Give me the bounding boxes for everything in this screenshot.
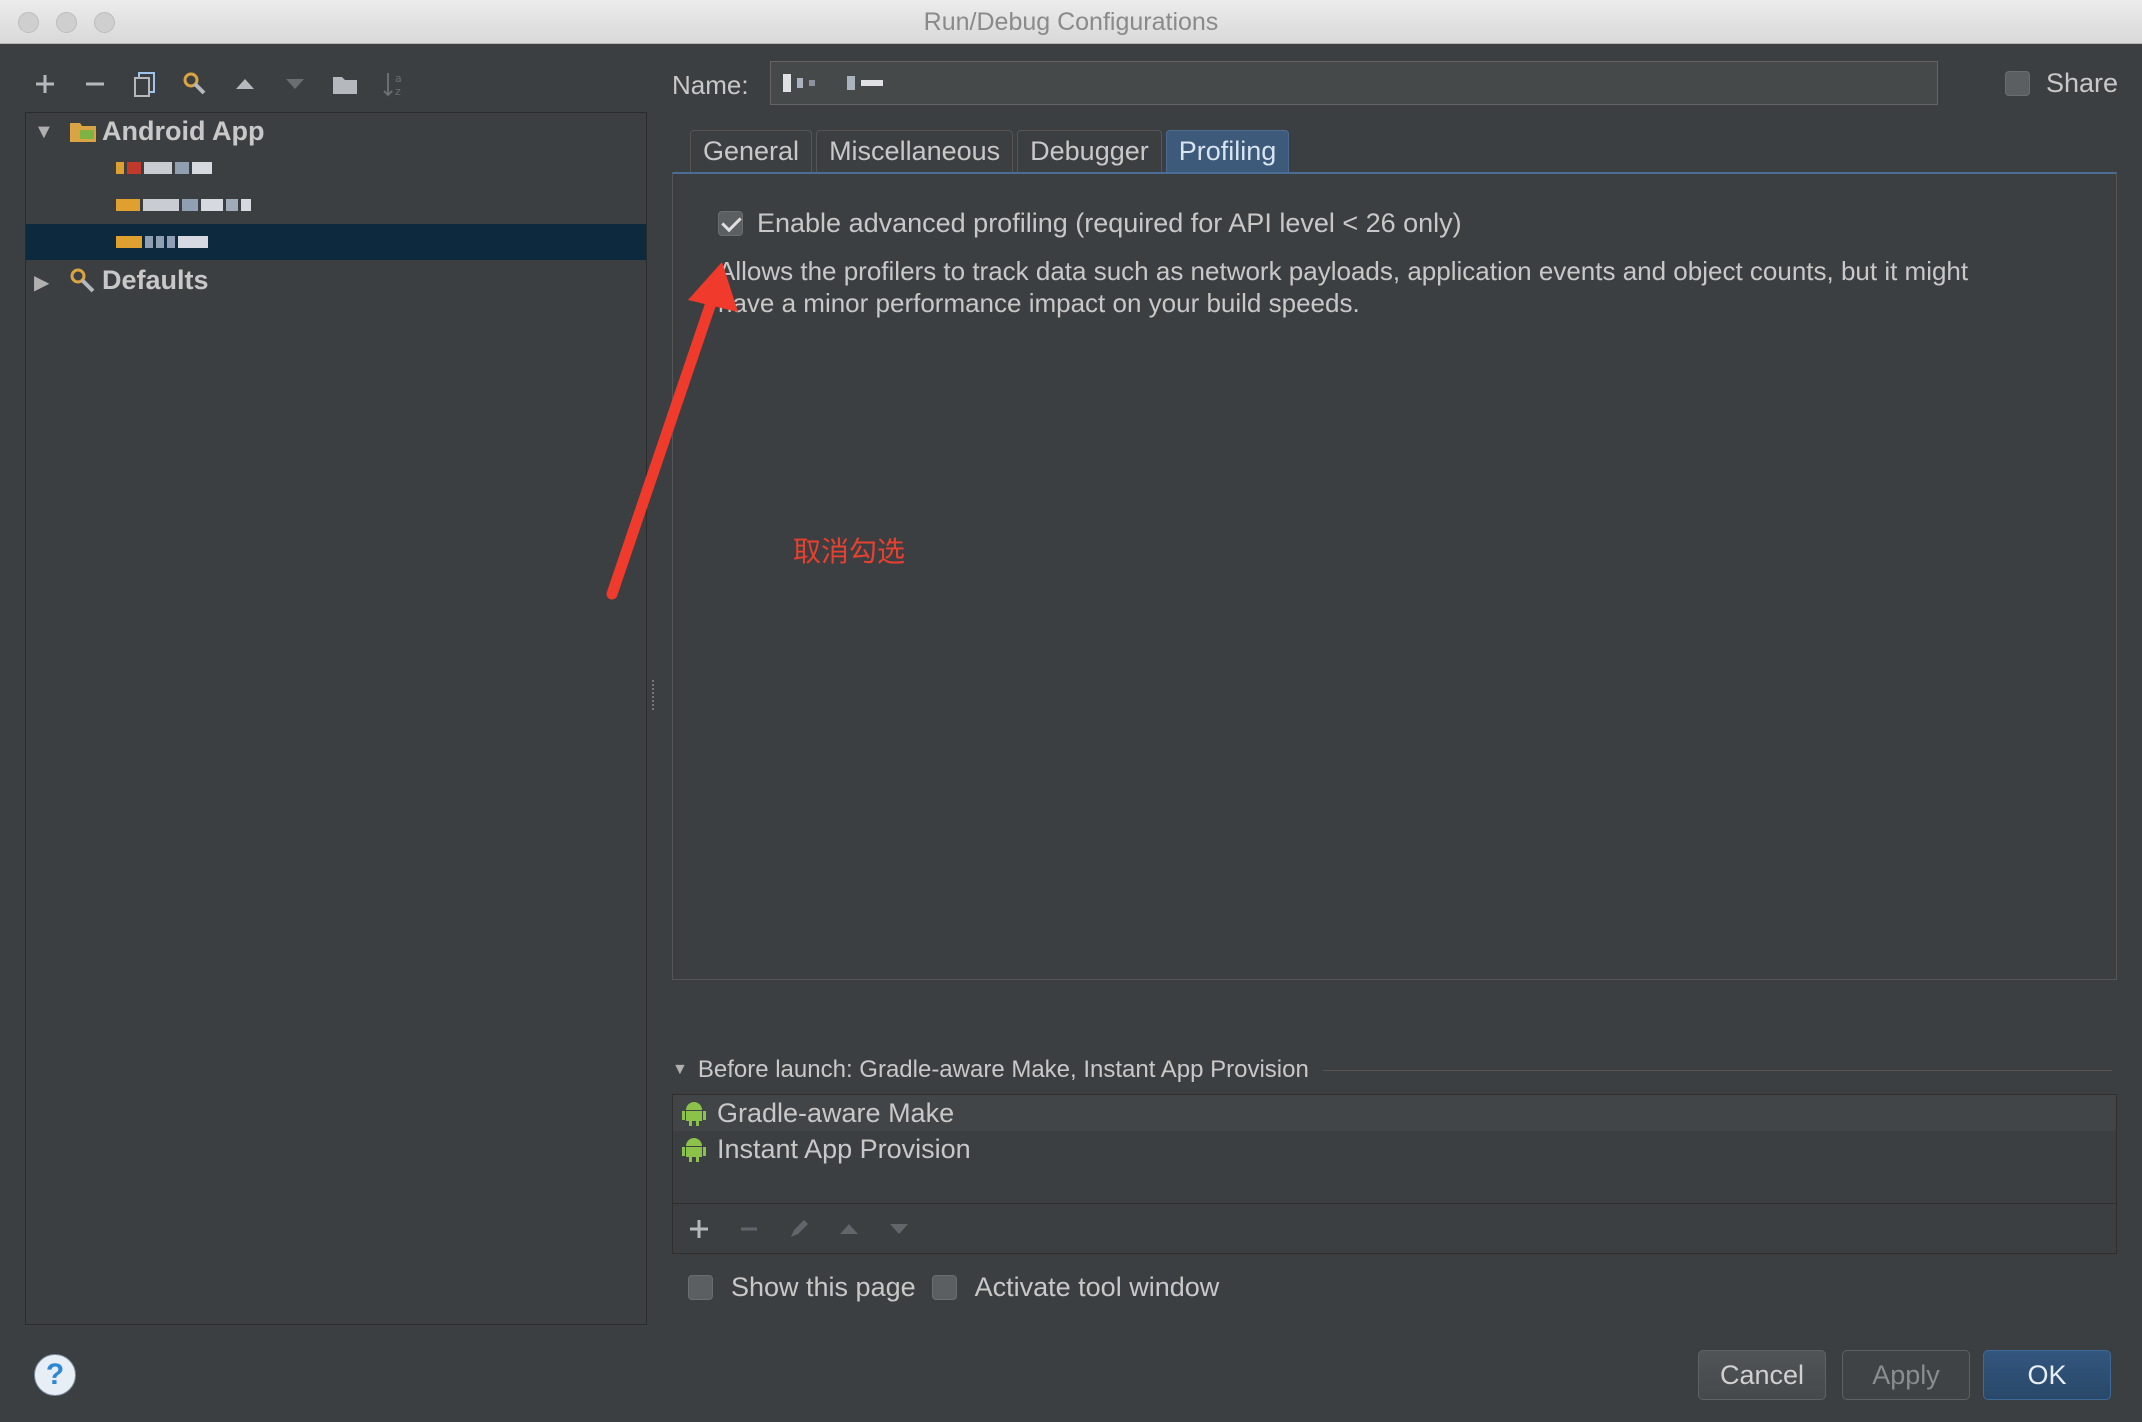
enable-advanced-profiling-checkbox[interactable] — [718, 211, 743, 236]
before-launch-toolbar — [672, 1203, 2117, 1253]
edit-defaults-icon[interactable] — [180, 69, 210, 99]
folder-icon[interactable] — [330, 69, 360, 99]
move-down-icon — [280, 69, 310, 99]
title-bar: Run/Debug Configurations — [0, 0, 2142, 44]
redacted-config-name — [116, 193, 251, 217]
tree-label-defaults: Defaults — [102, 264, 209, 295]
profiling-description: Allows the profilers to track data such … — [718, 256, 1969, 318]
share-option[interactable]: Share — [2005, 68, 2118, 99]
edit-task-icon — [786, 1216, 812, 1242]
annotation-text: 取消勾选 — [793, 535, 906, 568]
tree-node-config-selected[interactable] — [26, 224, 646, 260]
android-icon — [682, 1102, 706, 1126]
collapse-triangle-icon[interactable]: ▼ — [672, 1061, 688, 1079]
move-task-down-icon — [886, 1216, 912, 1242]
apply-button[interactable]: Apply — [1842, 1350, 1970, 1400]
name-label: Name: — [672, 70, 749, 100]
remove-task-icon — [736, 1216, 762, 1242]
window-title: Run/Debug Configurations — [923, 8, 1219, 36]
launch-options: Show this page Activate tool window — [688, 1272, 1219, 1303]
list-item[interactable]: Gradle-aware Make — [673, 1095, 2116, 1131]
svg-text:a: a — [395, 72, 402, 85]
enable-advanced-profiling-label: Enable advanced profiling (required for … — [757, 208, 1462, 238]
tree-node-defaults[interactable]: ▶ Defaults — [26, 262, 646, 298]
tree-node-android-app[interactable]: ▼ Android App — [26, 113, 646, 149]
redacted-config-name — [116, 230, 208, 254]
tree-node-config-2[interactable] — [26, 187, 646, 223]
android-app-icon — [70, 123, 96, 142]
ok-button[interactable]: OK — [1983, 1350, 2111, 1400]
before-launch-item-label: Gradle-aware Make — [717, 1097, 955, 1128]
name-input[interactable] — [770, 61, 1938, 105]
tab-general[interactable]: General — [690, 130, 813, 172]
android-icon — [682, 1138, 706, 1162]
tab-profiling[interactable]: Profiling — [1165, 130, 1290, 172]
move-task-up-icon — [836, 1216, 862, 1242]
sort-icon: az — [380, 69, 410, 99]
activate-tool-window-label: Activate tool window — [974, 1272, 1220, 1302]
configurations-tree[interactable]: ▼ Android App ▶ Defaults — [25, 112, 647, 1325]
activate-tool-window-checkbox[interactable] — [931, 1275, 957, 1300]
share-label: Share — [2046, 68, 2119, 98]
configurations-toolbar: az — [30, 62, 410, 106]
config-tabs: General Miscellaneous Debugger Profiling — [690, 130, 1290, 172]
tree-node-config-1[interactable] — [26, 150, 646, 186]
add-task-icon[interactable] — [686, 1216, 712, 1242]
expand-arrow-icon[interactable]: ▼ — [34, 121, 54, 143]
copy-icon[interactable] — [130, 69, 160, 99]
show-this-page-label: Show this page — [731, 1272, 916, 1302]
tab-miscellaneous[interactable]: Miscellaneous — [816, 130, 1014, 172]
tab-debugger[interactable]: Debugger — [1017, 130, 1162, 172]
before-launch-title: Before launch: Gradle-aware Make, Instan… — [697, 1056, 1309, 1083]
tree-label-android-app: Android App — [102, 115, 265, 146]
before-launch-header[interactable]: ▼ Before launch: Gradle-aware Make, Inst… — [672, 1056, 2112, 1084]
share-checkbox[interactable] — [2005, 71, 2030, 96]
run-debug-configurations-dialog: Run/Debug Configurations az ▼ Android Ap… — [0, 0, 2142, 1422]
collapse-arrow-icon[interactable]: ▶ — [34, 270, 54, 294]
before-launch-item-label: Instant App Provision — [717, 1133, 971, 1164]
list-item[interactable]: Instant App Provision — [673, 1131, 2116, 1167]
move-up-icon[interactable] — [230, 69, 260, 99]
svg-text:z: z — [395, 85, 401, 98]
divider — [1322, 1069, 2112, 1071]
panel-splitter[interactable] — [652, 680, 656, 710]
help-button[interactable]: ? — [34, 1354, 76, 1396]
redacted-config-name — [116, 156, 212, 180]
add-icon[interactable] — [30, 69, 60, 99]
remove-icon[interactable] — [80, 69, 110, 99]
show-this-page-checkbox[interactable] — [688, 1275, 713, 1300]
wrench-icon — [70, 268, 95, 293]
enable-advanced-profiling-option[interactable]: Enable advanced profiling (required for … — [718, 208, 1462, 239]
cancel-button[interactable]: Cancel — [1698, 1350, 1826, 1400]
